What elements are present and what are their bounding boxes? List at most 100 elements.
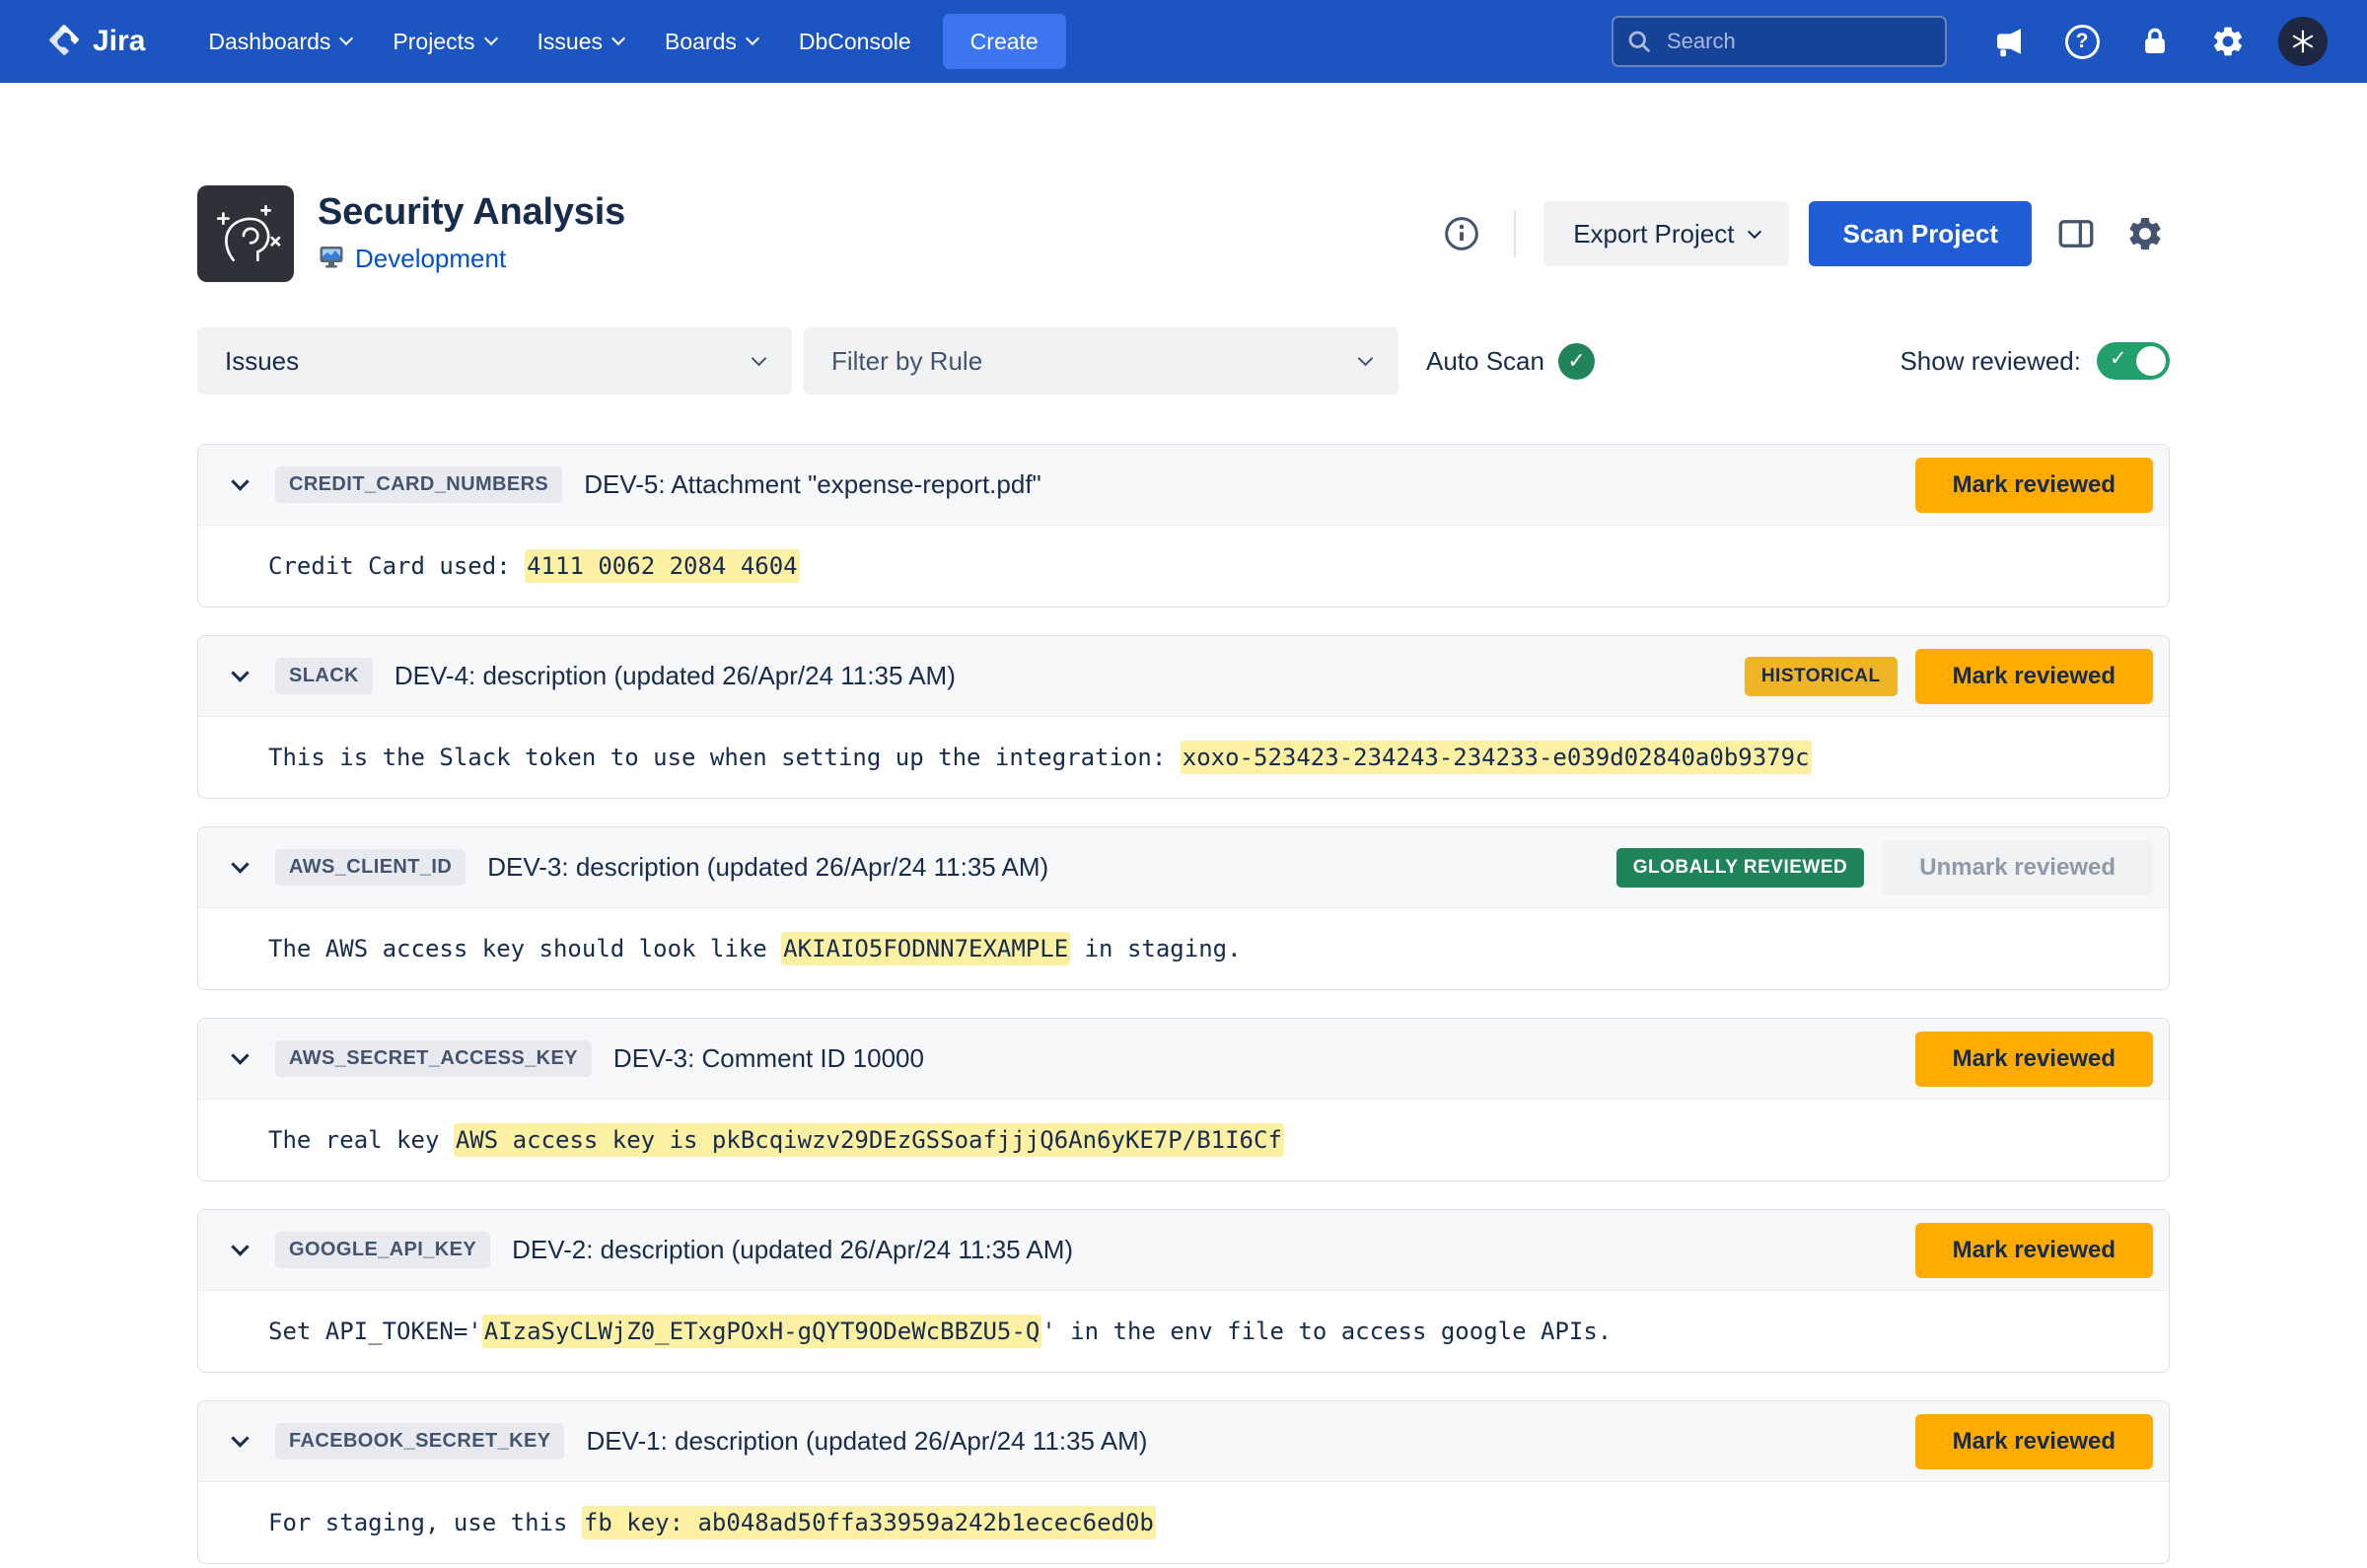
nav-item-dashboards[interactable]: Dashboards <box>192 17 367 67</box>
issues-filter-select[interactable]: Issues <box>197 327 792 394</box>
body-text-segment: For staging, use this <box>268 1509 582 1536</box>
secret-highlight: AIzaSyCLWjZ0_ETxgPOxH-gQYT9ODeWcBBZU5-Q <box>482 1315 1042 1348</box>
jira-logo[interactable]: Jira <box>43 19 145 65</box>
status-badge: GLOBALLY REVIEWED <box>1616 848 1865 888</box>
page-settings-gear-icon[interactable] <box>2120 209 2170 258</box>
title-block: Security Analysis Development <box>318 192 625 276</box>
finding-body: This is the Slack token to use when sett… <box>198 717 2169 798</box>
rule-badge: FACEBOOK_SECRET_KEY <box>275 1423 564 1460</box>
rule-filter-select[interactable]: Filter by Rule <box>804 327 1399 394</box>
nav-item-boards[interactable]: Boards <box>649 17 773 67</box>
collapse-chevron-icon[interactable] <box>228 856 251 880</box>
jira-logo-icon <box>43 19 85 65</box>
show-reviewed: Show reviewed: ✓ <box>1900 342 2170 380</box>
finding-header: SLACK DEV-4: description (updated 26/Apr… <box>198 636 2169 717</box>
create-button[interactable]: Create <box>943 14 1066 69</box>
finding-header-actions: Mark reviewed <box>1915 1414 2153 1469</box>
rule-badge: AWS_CLIENT_ID <box>275 849 466 886</box>
finding-card: GOOGLE_API_KEY DEV-2: description (updat… <box>197 1209 2170 1373</box>
info-icon[interactable] <box>1437 209 1486 258</box>
finding-header: AWS_CLIENT_ID DEV-3: description (update… <box>198 827 2169 908</box>
status-badge: HISTORICAL <box>1745 657 1898 696</box>
collapse-chevron-icon[interactable] <box>228 473 251 497</box>
nav-item-label: Dashboards <box>208 29 330 55</box>
scan-project-button[interactable]: Scan Project <box>1809 201 2032 266</box>
finding-body: The real key AWS access key is pkBcqiwzv… <box>198 1100 2169 1180</box>
chevron-down-icon <box>746 32 759 45</box>
filter-toolbar: Issues Filter by Rule Auto Scan ✓ Show r… <box>197 327 2170 394</box>
review-action-button[interactable]: Mark reviewed <box>1915 1414 2153 1469</box>
review-action-button[interactable]: Mark reviewed <box>1915 649 2153 704</box>
settings-gear-icon[interactable] <box>2205 19 2251 64</box>
collapse-chevron-icon[interactable] <box>228 1047 251 1071</box>
nav-right-cluster: ? <box>1612 16 2328 67</box>
show-reviewed-toggle[interactable]: ✓ <box>2097 342 2170 380</box>
chevron-down-icon <box>752 351 767 367</box>
finding-body: The AWS access key should look like AKIA… <box>198 908 2169 989</box>
review-action-button[interactable]: Mark reviewed <box>1915 1223 2153 1278</box>
monitor-icon <box>318 243 345 275</box>
finding-card: CREDIT_CARD_NUMBERS DEV-5: Attachment "e… <box>197 444 2170 607</box>
body-text-segment: ' in the env file to access google APIs. <box>1041 1318 1612 1345</box>
user-avatar[interactable] <box>2278 17 2328 66</box>
review-action-button[interactable]: Mark reviewed <box>1915 1032 2153 1087</box>
finding-card: AWS_CLIENT_ID DEV-3: description (update… <box>197 826 2170 990</box>
auto-scan-label: Auto Scan <box>1426 346 1544 377</box>
finding-header: CREDIT_CARD_NUMBERS DEV-5: Attachment "e… <box>198 445 2169 526</box>
export-project-button[interactable]: Export Project <box>1543 201 1789 266</box>
show-reviewed-label: Show reviewed: <box>1900 346 2081 377</box>
chevron-down-icon <box>483 32 497 45</box>
lock-icon[interactable] <box>2132 19 2178 64</box>
finding-header: GOOGLE_API_KEY DEV-2: description (updat… <box>198 1210 2169 1291</box>
finding-card: AWS_SECRET_ACCESS_KEY DEV-3: Comment ID … <box>197 1018 2170 1181</box>
project-link[interactable]: Development <box>355 244 506 274</box>
nav-item-label: DbConsole <box>799 29 911 55</box>
finding-header-actions: Mark reviewed <box>1915 458 2153 513</box>
body-text-segment: This is the Slack token to use when sett… <box>268 744 1181 771</box>
export-project-label: Export Project <box>1573 219 1734 249</box>
snowflake-avatar-icon <box>2289 28 2317 55</box>
page-title: Security Analysis <box>318 192 625 234</box>
findings-list: CREDIT_CARD_NUMBERS DEV-5: Attachment "e… <box>197 444 2170 1564</box>
chevron-down-icon <box>1748 224 1761 238</box>
finding-title: DEV-5: Attachment "expense-report.pdf" <box>584 469 1041 500</box>
body-text-segment: The real key <box>268 1126 454 1154</box>
finding-title: DEV-2: description (updated 26/Apr/24 11… <box>512 1235 1073 1265</box>
collapse-chevron-icon[interactable] <box>228 1430 251 1454</box>
secret-highlight: AKIAIO5FODNN7EXAMPLE <box>781 932 1070 965</box>
review-action-button[interactable]: Unmark reviewed <box>1882 840 2153 895</box>
finding-title: DEV-4: description (updated 26/Apr/24 11… <box>394 661 956 691</box>
body-text-segment: in staging. <box>1070 935 1241 962</box>
review-action-button[interactable]: Mark reviewed <box>1915 458 2153 513</box>
collapse-chevron-icon[interactable] <box>228 665 251 688</box>
nav-item-projects[interactable]: Projects <box>377 17 511 67</box>
finding-body: Credit Card used: 4111 0062 2084 4604 <box>198 526 2169 606</box>
search-input[interactable] <box>1612 16 1947 67</box>
nav-menu: Dashboards Projects Issues Boards DbCons… <box>192 17 926 67</box>
auto-scan-check-icon[interactable]: ✓ <box>1558 343 1595 380</box>
rule-badge: AWS_SECRET_ACCESS_KEY <box>275 1040 592 1077</box>
search-icon <box>1625 28 1653 55</box>
body-text-segment: The AWS access key should look like <box>268 935 781 962</box>
detail-panel-icon[interactable] <box>2051 209 2101 258</box>
finding-header: AWS_SECRET_ACCESS_KEY DEV-3: Comment ID … <box>198 1019 2169 1100</box>
collapse-chevron-icon[interactable] <box>228 1239 251 1262</box>
finding-title: DEV-3: description (updated 26/Apr/24 11… <box>487 852 1048 883</box>
secret-highlight: AWS access key is pkBcqiwzv29DEzGSSoafjj… <box>454 1123 1284 1157</box>
nav-item-dbconsole[interactable]: DbConsole <box>783 17 927 67</box>
finding-header-actions: HISTORICAL Mark reviewed <box>1745 649 2153 704</box>
project-breadcrumb: Development <box>318 243 625 275</box>
secret-highlight: fb key: ab048ad50ffa33959a242b1ecec6ed0b <box>582 1506 1156 1539</box>
nav-item-issues[interactable]: Issues <box>522 17 639 67</box>
question-mark: ? <box>2065 25 2100 59</box>
header-actions: Export Project Scan Project <box>1411 201 2170 266</box>
finding-title: DEV-3: Comment ID 10000 <box>613 1043 924 1074</box>
rule-badge: CREDIT_CARD_NUMBERS <box>275 466 562 503</box>
finding-card: SLACK DEV-4: description (updated 26/Apr… <box>197 635 2170 799</box>
body-text-segment: Set API_TOKEN=' <box>268 1318 482 1345</box>
announcements-megaphone-icon[interactable] <box>1986 19 2032 64</box>
rule-badge: GOOGLE_API_KEY <box>275 1232 490 1268</box>
help-icon[interactable]: ? <box>2059 19 2105 64</box>
top-navigation: Jira Dashboards Projects Issues Boards D… <box>0 0 2367 83</box>
toggle-check-icon: ✓ <box>2110 346 2127 371</box>
